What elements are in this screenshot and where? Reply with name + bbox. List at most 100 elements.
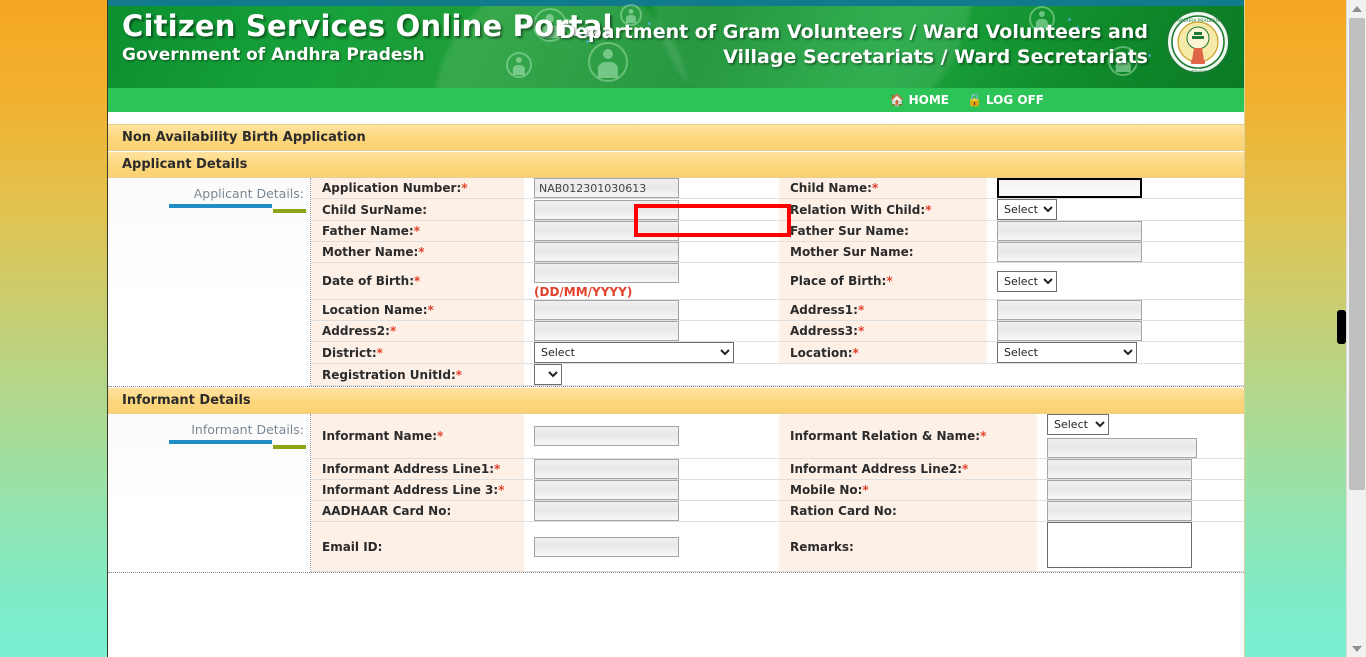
informant-address-line2-input[interactable]	[1047, 459, 1192, 479]
district-select[interactable]: Select	[534, 342, 734, 363]
mother-name-input[interactable]	[534, 242, 679, 262]
svg-text:GOVERNMENT: GOVERNMENT	[1182, 70, 1214, 76]
relation-with-child-select[interactable]: Select	[997, 199, 1057, 220]
father-sur-name-label-cell: Father Sur Name:	[779, 220, 987, 242]
field-label: Ration Card No:	[790, 504, 897, 518]
relation-with-child-label-cell: Relation With Child:*	[779, 198, 987, 221]
applicant-table: Application Number:*Child Name:*Child Su…	[311, 178, 1244, 386]
remarks-textarea[interactable]	[1047, 522, 1192, 568]
informant-section-header: Informant Details	[108, 387, 1244, 414]
father-sur-name-cell	[987, 220, 1244, 242]
mother-sur-name-input[interactable]	[997, 242, 1142, 262]
rule-blue	[169, 204, 272, 208]
field-label: Place of Birth:	[790, 274, 887, 288]
form-row: Email ID: Remarks:	[311, 521, 1244, 572]
scroll-down-button[interactable]	[1347, 640, 1366, 657]
form-row: Address2:* Address3:*	[311, 320, 1244, 342]
form-row: District:* Select Location: * Select	[311, 341, 1244, 364]
required-asterisk: *	[376, 345, 383, 360]
father-sur-name-input[interactable]	[997, 221, 1142, 241]
lock-icon: 🔒	[967, 93, 982, 107]
location-cell: Select	[987, 341, 1244, 364]
place-of-birth-select[interactable]: Select	[997, 270, 1057, 292]
informant-address-line1-label-cell: Informant Address Line1:*	[311, 458, 524, 480]
page-title: Non Availability Birth Application	[122, 130, 366, 145]
form-row: Informant Name:* Informant Relation & Nam…	[311, 414, 1244, 459]
department-line-1: Department of Gram Volunteers / Ward Vol…	[559, 21, 1148, 43]
informant-form-block: Informant Details: Informant Name:* Infor…	[108, 414, 1244, 573]
email-id-input[interactable]	[534, 536, 679, 557]
field-label: Location:	[790, 345, 853, 360]
site-banner: Citizen Services Online Portal Governmen…	[108, 0, 1244, 88]
required-asterisk: *	[857, 303, 865, 317]
field-label: Date of Birth:	[322, 274, 415, 288]
child-name-input[interactable]	[997, 178, 1142, 198]
form-row: AADHAAR Card No: Ration Card No:	[311, 500, 1244, 522]
ration-card-no-cell	[1037, 500, 1244, 522]
location-name-input[interactable]	[534, 300, 679, 320]
registration-unitid-cell	[524, 363, 779, 386]
field-label: Registration UnitId:	[322, 367, 456, 382]
form-row: Date of Birth:* (DD/MM/YYYY) Place of Birt…	[311, 262, 1244, 300]
department-title: Department of Gram Volunteers / Ward Vol…	[559, 20, 1148, 70]
required-asterisk: *	[461, 181, 468, 195]
application-number-input[interactable]	[534, 178, 679, 198]
content-gap	[108, 112, 1244, 124]
field-label: Remarks:	[790, 539, 854, 554]
required-asterisk: *	[862, 483, 869, 497]
date-of-birth-input[interactable]	[534, 263, 679, 283]
applicant-side-label: Applicant Details:	[193, 186, 304, 201]
applicant-fields-grid: Application Number:*Child Name:*Child Su…	[311, 178, 1244, 386]
registration-unitid-label-cell: Registration UnitId:*	[311, 363, 524, 386]
informant-relation-name-select[interactable]: Select	[1047, 414, 1109, 435]
address2-cell	[524, 320, 779, 342]
mother-name-cell	[524, 241, 779, 263]
district-label-cell: District:*	[311, 341, 524, 364]
site-subtitle: Government of Andhra Pradesh	[122, 45, 425, 66]
field-label: Mobile No:	[790, 483, 863, 497]
address2-input[interactable]	[534, 321, 679, 341]
ration-card-no-input[interactable]	[1047, 501, 1192, 521]
nav-logoff-link[interactable]: 🔒 LOG OFF	[967, 93, 1044, 107]
nav-home-link[interactable]: 🏠 HOME	[890, 93, 949, 107]
informant-address-line2-cell	[1037, 458, 1244, 480]
email-id-label-cell: Email ID:	[311, 521, 524, 572]
-label-cell	[779, 363, 987, 386]
aadhaar-card-no-input[interactable]	[534, 501, 679, 521]
nav-logoff-label: LOG OFF	[985, 93, 1044, 107]
address3-cell	[987, 320, 1244, 342]
informant-address-line-3-input[interactable]	[534, 480, 679, 500]
page-scrollbar[interactable]	[1346, 0, 1366, 657]
informant-relation-name-label-cell: Informant Relation & Name:*	[779, 414, 1037, 459]
scrollbar-thumb[interactable]	[1349, 18, 1365, 490]
remarks-cell	[1037, 521, 1244, 572]
registration-unitid-select[interactable]	[534, 364, 562, 385]
right-field-cell	[987, 363, 1244, 386]
informant-section-title: Informant Details	[122, 393, 251, 408]
application-number-label-cell: Application Number:*	[311, 178, 524, 199]
required-asterisk: *	[886, 274, 893, 288]
field-label: Application Number:	[322, 181, 462, 195]
address1-input[interactable]	[997, 300, 1142, 320]
child-surname-input[interactable]	[534, 199, 679, 220]
scroll-up-button[interactable]	[1347, 0, 1366, 17]
address3-label-cell: Address3:*	[779, 320, 987, 342]
informant-table: Informant Name:* Informant Relation & Nam…	[311, 414, 1244, 572]
father-name-input[interactable]	[534, 221, 679, 241]
address3-input[interactable]	[997, 321, 1142, 341]
site-branding: Citizen Services Online Portal Governmen…	[122, 9, 613, 66]
field-label: Email ID:	[322, 539, 383, 554]
child-surname-cell	[524, 198, 779, 221]
informant-relation-name-name-input[interactable]	[1047, 438, 1197, 458]
place-of-birth-label-cell: Place of Birth:*	[779, 262, 987, 300]
informant-name-input[interactable]	[534, 426, 679, 446]
address2-label-cell: Address2:*	[311, 320, 524, 342]
field-label: Informant Address Line1:	[322, 462, 495, 476]
field-label: AADHAAR Card No:	[322, 504, 452, 518]
field-label: Location Name:	[322, 303, 428, 317]
required-asterisk: *	[418, 245, 425, 259]
informant-address-line1-input[interactable]	[534, 459, 679, 479]
mobile-no-input[interactable]	[1047, 480, 1192, 500]
field-label: Mother Sur Name:	[790, 245, 914, 259]
location-select[interactable]: Select	[997, 342, 1137, 363]
